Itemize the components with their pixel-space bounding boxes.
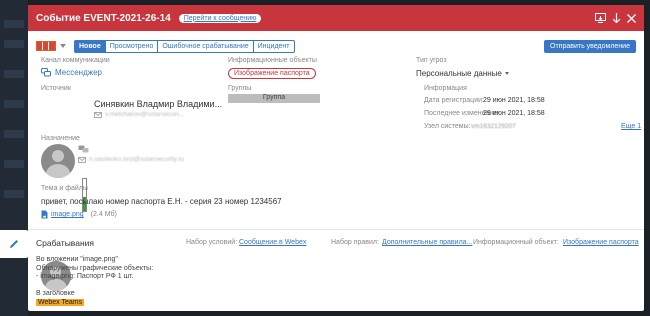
threat-type-select[interactable]: Персональные данные xyxy=(416,69,509,78)
toolbar: Новое Просмотрено Ошибочное срабатывание… xyxy=(28,39,644,53)
file-size: (2.4 Мб) xyxy=(90,211,117,218)
tab-incident[interactable]: Инцидент xyxy=(254,41,294,52)
close-icon[interactable] xyxy=(627,13,636,23)
trigger-line: Обнаружены графические объекты: xyxy=(36,264,154,272)
trigger-line: В заголовке xyxy=(36,290,75,298)
triggers-title: Срабатывания xyxy=(36,238,95,248)
info-object-link[interactable]: Изображение паспорта xyxy=(563,239,639,246)
chevron-down-icon xyxy=(504,72,509,75)
modal-header: Событие EVENT-2021-26-14 Перейти к сообщ… xyxy=(28,5,644,31)
subject-text: привет, посылаю номер паспорта Е.Н. - се… xyxy=(41,197,282,206)
info-objects-label: Информационные объекты xyxy=(228,57,317,64)
group-chat-icon xyxy=(78,145,89,153)
channel-label: Канал коммуникации xyxy=(41,57,110,64)
background-sidebar xyxy=(0,0,28,316)
mail-icon xyxy=(94,111,102,118)
tab-new[interactable]: Новое xyxy=(75,40,106,52)
tab-false-positive[interactable]: Ошибочное срабатывание xyxy=(158,40,254,52)
more-link[interactable]: Еще 1 xyxy=(621,123,641,130)
source-name[interactable]: Синявкин Владмир Владими... xyxy=(94,99,222,109)
send-notification-button[interactable]: Отправить уведомление xyxy=(544,39,636,53)
status-tabs: Новое Просмотрено Ошибочное срабатывание… xyxy=(74,39,295,53)
arrow-down-icon[interactable] xyxy=(612,13,621,23)
node-label: Узел системы: xyxy=(424,123,471,130)
image-file-icon xyxy=(41,210,48,219)
chevron-down-icon[interactable] xyxy=(60,44,66,48)
channel-value[interactable]: Мессенджер xyxy=(55,68,102,77)
cond-set-label: Набор условий: xyxy=(186,239,238,246)
groups-label: Группы xyxy=(228,85,252,92)
pencil-icon xyxy=(10,240,18,248)
source-avatar xyxy=(41,144,75,178)
info-object-badge[interactable]: Изображение паспорта xyxy=(228,68,316,79)
messenger-icon xyxy=(41,68,51,77)
group-badge[interactable]: Группа xyxy=(228,94,320,103)
divider xyxy=(28,229,644,230)
source-label: Источник xyxy=(41,85,71,92)
info-label: Информация xyxy=(424,85,467,92)
trigger-line: Во вложении "image.png" xyxy=(36,256,118,263)
goto-message-link[interactable]: Перейти к сообщению xyxy=(178,13,262,23)
source-email: v.melchakov@solarsecuri... xyxy=(105,111,185,118)
destination-label: Назначение xyxy=(41,135,80,142)
tab-viewed[interactable]: Просмотрено xyxy=(106,40,159,52)
risk-meter xyxy=(82,178,87,212)
reg-date-value: 29 июн 2021, 18:58 xyxy=(483,97,545,104)
event-modal: Событие EVENT-2021-26-14 Перейти к сообщ… xyxy=(28,5,644,311)
reg-date-label: Дата регистрации: xyxy=(424,97,484,104)
rule-set-link[interactable]: Дополнительные правила... xyxy=(382,239,472,246)
highlighted-match: Webex Teams xyxy=(36,298,85,306)
info-object-label: Информационный объект: xyxy=(473,239,559,246)
edit-button[interactable] xyxy=(0,230,28,258)
node-value: vm1632129207 xyxy=(471,123,516,130)
trigger-details: Во вложении "image.png" Обнаружены графи… xyxy=(36,256,153,308)
event-title: Событие EVENT-2021-26-14 xyxy=(36,12,171,24)
flag-icon[interactable] xyxy=(36,41,56,51)
destination-email: n.vasilenko.test@solarsecurity.ru xyxy=(89,156,184,163)
trigger-line: - image.png: Паспорт РФ 1 шт. xyxy=(36,273,134,281)
cond-set-link[interactable]: Сообщение в Webex xyxy=(239,239,306,246)
mod-date-value: 29 июн 2021, 18:58 xyxy=(483,110,545,117)
subject-label: Тема и файлы xyxy=(41,185,88,192)
rule-set-label: Набор правил: xyxy=(331,239,379,246)
file-link[interactable]: image.png xyxy=(51,211,84,218)
threat-type-label: Тип угроз xyxy=(416,57,447,64)
mail-icon xyxy=(78,156,86,163)
threat-type-value: Персональные данные xyxy=(416,69,502,78)
screen-share-icon[interactable] xyxy=(595,13,606,23)
